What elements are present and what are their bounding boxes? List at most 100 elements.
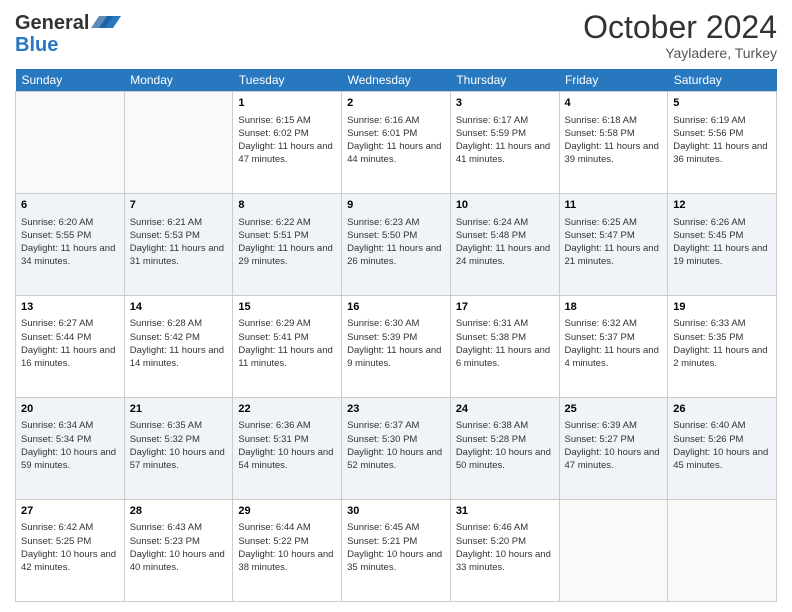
day-number: 5 [673, 96, 771, 111]
day-info: Sunrise: 6:43 AM Sunset: 5:23 PM Dayligh… [130, 521, 228, 574]
day-info: Sunrise: 6:17 AM Sunset: 5:59 PM Dayligh… [456, 114, 554, 167]
day-of-week-header: Saturday [668, 69, 777, 92]
calendar-cell: 24Sunrise: 6:38 AM Sunset: 5:28 PM Dayli… [450, 398, 559, 500]
day-number: 4 [565, 96, 663, 111]
day-info: Sunrise: 6:16 AM Sunset: 6:01 PM Dayligh… [347, 114, 445, 167]
calendar-cell: 30 Sunrise: 6:45 AM Sunset: 5:21 PM Dayli… [342, 500, 451, 602]
day-number: 17 [456, 300, 554, 315]
calendar-week-row: 1 Sunrise: 6:15 AM Sunset: 6:02 PM Daylig… [16, 92, 777, 194]
header: General Blue October 2024 Yayladere, Tur… [15, 10, 777, 61]
day-info: Sunrise: 6:26 AM Sunset: 5:45 PM Dayligh… [673, 216, 771, 269]
calendar-cell [16, 92, 125, 194]
calendar-cell: 8 Sunrise: 6:22 AM Sunset: 5:51 PM Daylig… [233, 194, 342, 296]
calendar-cell: 6 Sunrise: 6:20 AM Sunset: 5:55 PM Daylig… [16, 194, 125, 296]
day-info: Sunrise: 6:25 AM Sunset: 5:47 PM Dayligh… [565, 216, 663, 269]
day-info: Sunrise: 6:33 AM Sunset: 5:35 PM Dayligh… [673, 317, 771, 370]
day-number: 10 [456, 198, 554, 213]
day-number: 8 [238, 198, 336, 213]
calendar-week-row: 27Sunrise: 6:42 AM Sunset: 5:25 PM Dayli… [16, 500, 777, 602]
calendar-table: SundayMondayTuesdayWednesdayThursdayFrid… [15, 69, 777, 602]
day-info: Sunrise: 6:22 AM Sunset: 5:51 PM Dayligh… [238, 216, 336, 269]
day-number: 19 [673, 300, 771, 315]
day-info: Sunrise: 6:19 AM Sunset: 5:56 PM Dayligh… [673, 114, 771, 167]
calendar-week-row: 6 Sunrise: 6:20 AM Sunset: 5:55 PM Daylig… [16, 194, 777, 296]
month-title: October 2024 [583, 10, 777, 45]
calendar-cell: 3 Sunrise: 6:17 AM Sunset: 5:59 PM Daylig… [450, 92, 559, 194]
page-container: General Blue October 2024 Yayladere, Tur… [0, 0, 792, 612]
day-number: 27 [21, 504, 119, 519]
day-number: 26 [673, 402, 771, 417]
calendar-week-row: 20Sunrise: 6:34 AM Sunset: 5:34 PM Dayli… [16, 398, 777, 500]
calendar-cell: 28 Sunrise: 6:43 AM Sunset: 5:23 PM Dayli… [124, 500, 233, 602]
day-number: 31 [456, 504, 554, 519]
calendar-cell [124, 92, 233, 194]
location: Yayladere, Turkey [583, 45, 777, 61]
day-number: 18 [565, 300, 663, 315]
calendar-cell: 17Sunrise: 6:31 AM Sunset: 5:38 PM Dayli… [450, 296, 559, 398]
logo-icon [91, 6, 121, 36]
day-of-week-header: Monday [124, 69, 233, 92]
calendar-cell: 21 Sunrise: 6:35 AM Sunset: 5:32 PM Dayli… [124, 398, 233, 500]
calendar-cell: 11 Sunrise: 6:25 AM Sunset: 5:47 PM Dayli… [559, 194, 668, 296]
day-number: 6 [21, 198, 119, 213]
calendar-cell: 14Sunrise: 6:28 AM Sunset: 5:42 PM Dayli… [124, 296, 233, 398]
day-number: 1 [238, 96, 336, 111]
calendar-cell: 13Sunrise: 6:27 AM Sunset: 5:44 PM Dayli… [16, 296, 125, 398]
day-number: 22 [238, 402, 336, 417]
day-of-week-header: Friday [559, 69, 668, 92]
day-number: 28 [130, 504, 228, 519]
day-number: 13 [21, 300, 119, 315]
day-info: Sunrise: 6:40 AM Sunset: 5:26 PM Dayligh… [673, 419, 771, 472]
calendar-cell: 29 Sunrise: 6:44 AM Sunset: 5:22 PM Dayli… [233, 500, 342, 602]
calendar-cell [668, 500, 777, 602]
day-number: 30 [347, 504, 445, 519]
calendar-cell: 18 Sunrise: 6:32 AM Sunset: 5:37 PM Dayli… [559, 296, 668, 398]
calendar-cell: 9 Sunrise: 6:23 AM Sunset: 5:50 PM Daylig… [342, 194, 451, 296]
day-info: Sunrise: 6:15 AM Sunset: 6:02 PM Dayligh… [238, 114, 336, 167]
calendar-cell: 16 Sunrise: 6:30 AM Sunset: 5:39 PM Dayli… [342, 296, 451, 398]
day-of-week-header: Thursday [450, 69, 559, 92]
day-info: Sunrise: 6:45 AM Sunset: 5:21 PM Dayligh… [347, 521, 445, 574]
day-number: 25 [565, 402, 663, 417]
calendar-cell: 20Sunrise: 6:34 AM Sunset: 5:34 PM Dayli… [16, 398, 125, 500]
calendar-cell: 31 Sunrise: 6:46 AM Sunset: 5:20 PM Dayli… [450, 500, 559, 602]
day-number: 12 [673, 198, 771, 213]
calendar-cell: 2Sunrise: 6:16 AM Sunset: 6:01 PM Daylig… [342, 92, 451, 194]
calendar-cell: 15Sunrise: 6:29 AM Sunset: 5:41 PM Dayli… [233, 296, 342, 398]
day-number: 23 [347, 402, 445, 417]
day-number: 11 [565, 198, 663, 213]
calendar-week-row: 13Sunrise: 6:27 AM Sunset: 5:44 PM Dayli… [16, 296, 777, 398]
day-info: Sunrise: 6:28 AM Sunset: 5:42 PM Dayligh… [130, 317, 228, 370]
day-number: 24 [456, 402, 554, 417]
day-info: Sunrise: 6:44 AM Sunset: 5:22 PM Dayligh… [238, 521, 336, 574]
day-info: Sunrise: 6:23 AM Sunset: 5:50 PM Dayligh… [347, 216, 445, 269]
day-info: Sunrise: 6:46 AM Sunset: 5:20 PM Dayligh… [456, 521, 554, 574]
logo-general: General [15, 12, 89, 34]
day-info: Sunrise: 6:37 AM Sunset: 5:30 PM Dayligh… [347, 419, 445, 472]
day-number: 16 [347, 300, 445, 315]
day-number: 21 [130, 402, 228, 417]
day-info: Sunrise: 6:32 AM Sunset: 5:37 PM Dayligh… [565, 317, 663, 370]
calendar-cell: 22Sunrise: 6:36 AM Sunset: 5:31 PM Dayli… [233, 398, 342, 500]
calendar-cell: 23 Sunrise: 6:37 AM Sunset: 5:30 PM Dayli… [342, 398, 451, 500]
day-number: 9 [347, 198, 445, 213]
calendar-cell: 10 Sunrise: 6:24 AM Sunset: 5:48 PM Dayli… [450, 194, 559, 296]
day-info: Sunrise: 6:20 AM Sunset: 5:55 PM Dayligh… [21, 216, 119, 269]
calendar-cell: 7Sunrise: 6:21 AM Sunset: 5:53 PM Daylig… [124, 194, 233, 296]
day-info: Sunrise: 6:35 AM Sunset: 5:32 PM Dayligh… [130, 419, 228, 472]
day-of-week-header: Wednesday [342, 69, 451, 92]
day-info: Sunrise: 6:24 AM Sunset: 5:48 PM Dayligh… [456, 216, 554, 269]
calendar-cell: 1 Sunrise: 6:15 AM Sunset: 6:02 PM Daylig… [233, 92, 342, 194]
day-number: 3 [456, 96, 554, 111]
calendar-cell: 25 Sunrise: 6:39 AM Sunset: 5:27 PM Dayli… [559, 398, 668, 500]
day-number: 29 [238, 504, 336, 519]
day-number: 20 [21, 402, 119, 417]
day-number: 15 [238, 300, 336, 315]
day-info: Sunrise: 6:39 AM Sunset: 5:27 PM Dayligh… [565, 419, 663, 472]
calendar-cell: 12 Sunrise: 6:26 AM Sunset: 5:45 PM Dayli… [668, 194, 777, 296]
calendar-cell: 4Sunrise: 6:18 AM Sunset: 5:58 PM Daylig… [559, 92, 668, 194]
calendar-cell: 26 Sunrise: 6:40 AM Sunset: 5:26 PM Dayli… [668, 398, 777, 500]
day-info: Sunrise: 6:30 AM Sunset: 5:39 PM Dayligh… [347, 317, 445, 370]
logo-blue: Blue [15, 34, 121, 56]
title-area: October 2024 Yayladere, Turkey [583, 10, 777, 61]
